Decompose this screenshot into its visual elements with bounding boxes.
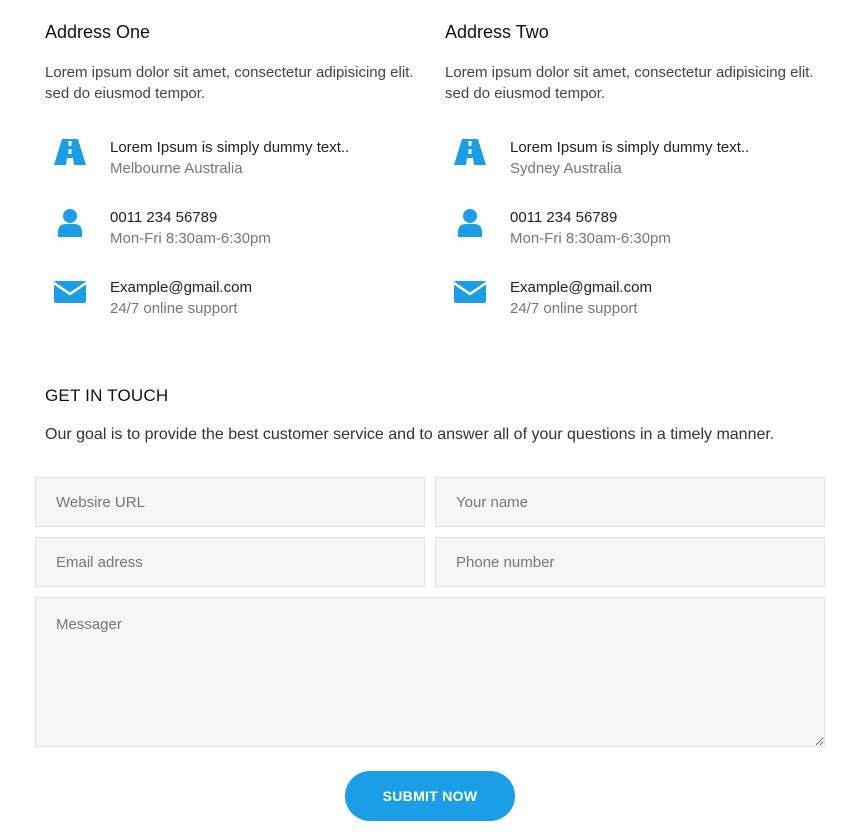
address-two-phone: 0011 234 56789 xyxy=(510,209,618,226)
get-in-touch-title: GET IN TOUCH xyxy=(45,386,169,405)
name-input[interactable] xyxy=(435,477,825,527)
email-input[interactable] xyxy=(35,537,425,587)
road-icon xyxy=(454,139,486,169)
address-one-phone-item: 0011 234 56789 Mon-Fri 8:30am-6:30pm xyxy=(45,209,425,253)
road-icon xyxy=(54,139,86,169)
user-icon xyxy=(54,209,86,239)
address-two-location-text: Lorem Ipsum is simply dummy text.. xyxy=(510,139,750,156)
address-one-support: 24/7 online support xyxy=(110,300,238,317)
phone-input[interactable] xyxy=(435,537,825,587)
address-two-support: 24/7 online support xyxy=(510,300,638,317)
address-one-email: Example@gmail.com xyxy=(110,279,252,296)
envelope-icon xyxy=(54,279,86,309)
address-one-location-item: Lorem Ipsum is simply dummy text.. Melbo… xyxy=(45,139,425,183)
address-one-phone: 0011 234 56789 xyxy=(110,209,218,226)
address-two-phone-item: 0011 234 56789 Mon-Fri 8:30am-6:30pm xyxy=(445,209,825,253)
address-two-title: Address Two xyxy=(445,22,549,42)
message-textarea[interactable] xyxy=(35,597,825,747)
user-icon xyxy=(454,209,486,239)
address-one-location-text: Lorem Ipsum is simply dummy text.. xyxy=(110,139,350,156)
address-one-title: Address One xyxy=(45,22,151,42)
address-one-city: Melbourne Australia xyxy=(110,160,243,177)
get-in-touch-description: Our goal is to provide the best customer… xyxy=(45,426,775,443)
address-one-description: Lorem ipsum dolor sit amet, consectetur … xyxy=(45,64,414,102)
submit-button[interactable]: SUBMIT NOW xyxy=(345,771,515,821)
address-two-email-item: Example@gmail.com 24/7 online support xyxy=(445,279,825,323)
website-url-input[interactable] xyxy=(35,477,425,527)
address-two-description: Lorem ipsum dolor sit amet, consectetur … xyxy=(445,64,814,102)
address-two-location-item: Lorem Ipsum is simply dummy text.. Sydne… xyxy=(445,139,825,183)
envelope-icon xyxy=(454,279,486,309)
address-one-email-item: Example@gmail.com 24/7 online support xyxy=(45,279,425,323)
address-one-hours: Mon-Fri 8:30am-6:30pm xyxy=(110,230,271,247)
address-two-hours: Mon-Fri 8:30am-6:30pm xyxy=(510,230,671,247)
address-two-city: Sydney Australia xyxy=(510,160,622,177)
address-two-email: Example@gmail.com xyxy=(510,279,652,296)
